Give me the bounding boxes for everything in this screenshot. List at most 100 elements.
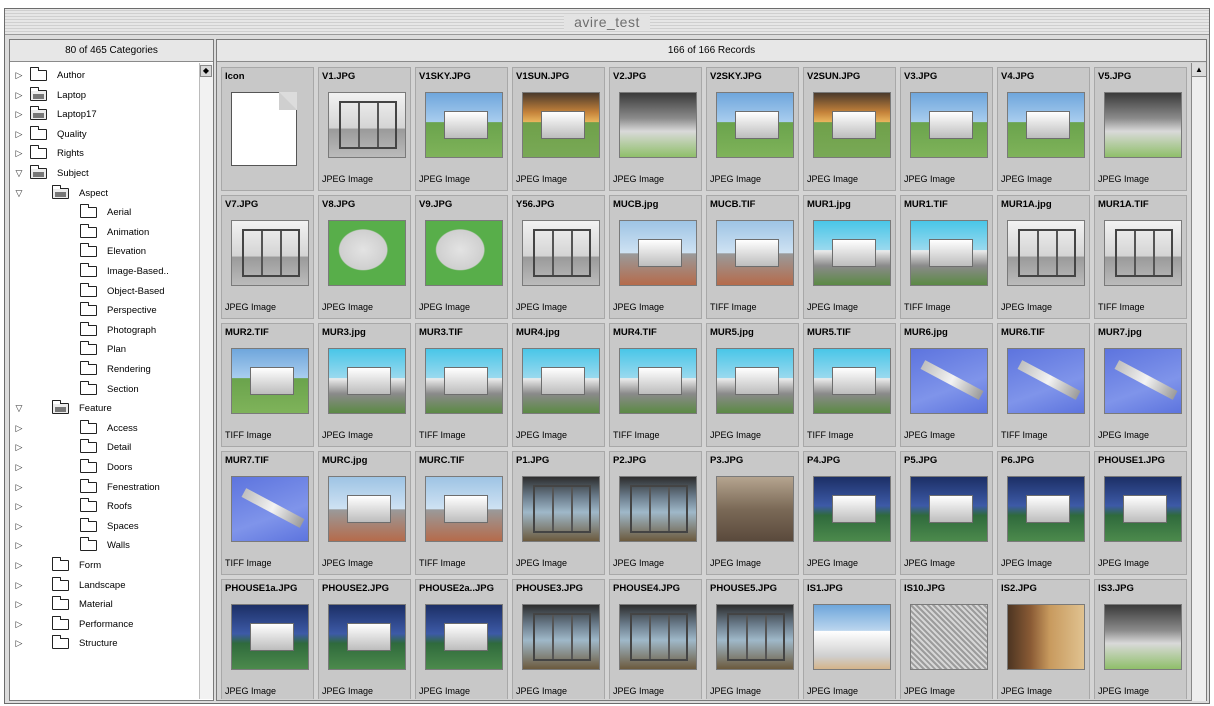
tree-item[interactable]: ▷ Access xyxy=(10,419,200,438)
triangle-down-icon[interactable]: ▽ xyxy=(13,399,25,418)
record-cell[interactable]: V1SKY.JPG JPEG Image xyxy=(415,67,508,191)
record-cell[interactable]: PHOUSE1a.JPG JPEG Image xyxy=(221,579,314,699)
record-cell[interactable]: MUR1.TIF TIFF Image xyxy=(900,195,993,319)
tree-item[interactable]: ▷ Fenestration xyxy=(10,478,200,497)
triangle-right-icon[interactable]: ▷ xyxy=(13,595,25,614)
record-cell[interactable]: P5.JPG JPEG Image xyxy=(900,451,993,575)
record-cell[interactable]: PHOUSE5.JPG JPEG Image xyxy=(706,579,799,699)
tree-item[interactable]: ▷ Landscape xyxy=(10,576,200,595)
tree-item[interactable]: ▽ Feature xyxy=(10,399,200,418)
record-cell[interactable]: MUR5.TIF TIFF Image xyxy=(803,323,896,447)
tree-item[interactable]: Elevation xyxy=(10,242,200,261)
tree-item[interactable]: ▷ Laptop xyxy=(10,86,200,105)
tree-item[interactable]: ▷ Material xyxy=(10,595,200,614)
record-cell[interactable]: MUR4.jpg JPEG Image xyxy=(512,323,605,447)
tree-item[interactable]: ▷ Walls xyxy=(10,536,200,555)
record-cell[interactable]: MUR3.jpg JPEG Image xyxy=(318,323,411,447)
record-cell[interactable]: V2.JPG JPEG Image xyxy=(609,67,702,191)
record-cell[interactable]: MUCB.TIF TIFF Image xyxy=(706,195,799,319)
triangle-right-icon[interactable]: ▷ xyxy=(13,125,25,144)
tree-item[interactable]: ▷ Detail xyxy=(10,438,200,457)
tree-item[interactable]: Perspective xyxy=(10,301,200,320)
triangle-right-icon[interactable]: ▷ xyxy=(13,497,25,516)
record-cell[interactable]: P1.JPG JPEG Image xyxy=(512,451,605,575)
triangle-right-icon[interactable]: ▷ xyxy=(13,634,25,653)
record-cell[interactable]: V7.JPG JPEG Image xyxy=(221,195,314,319)
tree-item[interactable]: Section xyxy=(10,380,200,399)
tree-item[interactable]: Animation xyxy=(10,223,200,242)
triangle-right-icon[interactable]: ▷ xyxy=(13,517,25,536)
triangle-right-icon[interactable]: ▷ xyxy=(13,144,25,163)
triangle-right-icon[interactable]: ▷ xyxy=(13,438,25,457)
tree-item[interactable]: ▷ Roofs xyxy=(10,497,200,516)
triangle-right-icon[interactable]: ▷ xyxy=(13,66,25,85)
record-cell[interactable]: PHOUSE3.JPG JPEG Image xyxy=(512,579,605,699)
tree-item[interactable]: ▷ Rights xyxy=(10,144,200,163)
triangle-right-icon[interactable]: ▷ xyxy=(13,576,25,595)
tree-item[interactable]: Image-Based.. xyxy=(10,262,200,281)
tree-item[interactable]: ▷ Structure xyxy=(10,634,200,653)
triangle-right-icon[interactable]: ▷ xyxy=(13,458,25,477)
record-cell[interactable]: V5.JPG JPEG Image xyxy=(1094,67,1187,191)
record-cell[interactable]: IS10.JPG JPEG Image xyxy=(900,579,993,699)
record-cell[interactable]: MUR7.TIF TIFF Image xyxy=(221,451,314,575)
record-cell[interactable]: PHOUSE2.JPG JPEG Image xyxy=(318,579,411,699)
triangle-right-icon[interactable]: ▷ xyxy=(13,105,25,124)
scroll-up-arrow-icon[interactable]: ▲ xyxy=(1192,63,1206,77)
record-cell[interactable]: MUR6.jpg JPEG Image xyxy=(900,323,993,447)
record-cell[interactable]: IS1.JPG JPEG Image xyxy=(803,579,896,699)
record-cell[interactable]: P4.JPG JPEG Image xyxy=(803,451,896,575)
record-cell[interactable]: P3.JPG JPEG Image xyxy=(706,451,799,575)
record-cell[interactable]: MUR4.TIF TIFF Image xyxy=(609,323,702,447)
record-cell[interactable]: IS2.JPG JPEG Image xyxy=(997,579,1090,699)
triangle-right-icon[interactable]: ▷ xyxy=(13,419,25,438)
record-cell[interactable]: Y56.JPG JPEG Image xyxy=(512,195,605,319)
record-cell[interactable]: MUR2.TIF TIFF Image xyxy=(221,323,314,447)
triangle-down-icon[interactable]: ▽ xyxy=(13,164,25,183)
record-cell[interactable]: IS3.JPG JPEG Image xyxy=(1094,579,1187,699)
record-cell[interactable]: MUR1A.TIF TIFF Image xyxy=(1094,195,1187,319)
record-cell[interactable]: MUR1A.jpg JPEG Image xyxy=(997,195,1090,319)
tree-item[interactable]: ▽ Subject xyxy=(10,164,200,183)
triangle-right-icon[interactable]: ▷ xyxy=(13,86,25,105)
triangle-right-icon[interactable]: ▷ xyxy=(13,478,25,497)
title-bar[interactable]: avire_test xyxy=(5,9,1209,35)
tree-item[interactable]: ▷ Form xyxy=(10,556,200,575)
record-cell[interactable]: MUR3.TIF TIFF Image xyxy=(415,323,508,447)
record-cell[interactable]: V8.JPG JPEG Image xyxy=(318,195,411,319)
tree-item[interactable]: ▷ Quality xyxy=(10,125,200,144)
record-cell[interactable]: P2.JPG JPEG Image xyxy=(609,451,702,575)
record-cell[interactable]: PHOUSE4.JPG JPEG Image xyxy=(609,579,702,699)
record-cell[interactable]: PHOUSE1.JPG JPEG Image xyxy=(1094,451,1187,575)
record-cell[interactable]: MURC.TIF TIFF Image xyxy=(415,451,508,575)
record-cell[interactable]: PHOUSE2a..JPG JPEG Image xyxy=(415,579,508,699)
record-cell[interactable]: V9.JPG JPEG Image xyxy=(415,195,508,319)
record-cell[interactable]: V4.JPG JPEG Image xyxy=(997,67,1090,191)
category-scrollbar[interactable]: ◆ xyxy=(199,63,213,699)
record-cell[interactable]: MUR5.jpg JPEG Image xyxy=(706,323,799,447)
tree-item[interactable]: Plan xyxy=(10,340,200,359)
record-cell[interactable]: MURC.jpg JPEG Image xyxy=(318,451,411,575)
triangle-right-icon[interactable]: ▷ xyxy=(13,536,25,555)
record-cell[interactable]: P6.JPG JPEG Image xyxy=(997,451,1090,575)
record-cell[interactable]: Icon xyxy=(221,67,314,191)
record-cell[interactable]: MUR7.jpg JPEG Image xyxy=(1094,323,1187,447)
tree-scroll-button[interactable]: ◆ xyxy=(200,65,212,77)
tree-item[interactable]: ▷ Author xyxy=(10,66,200,85)
record-cell[interactable]: MUR6.TIF TIFF Image xyxy=(997,323,1090,447)
record-cell[interactable]: MUR1.jpg JPEG Image xyxy=(803,195,896,319)
triangle-right-icon[interactable]: ▷ xyxy=(13,556,25,575)
record-cell[interactable]: V3.JPG JPEG Image xyxy=(900,67,993,191)
tree-item[interactable]: Rendering xyxy=(10,360,200,379)
record-cell[interactable]: V2SUN.JPG JPEG Image xyxy=(803,67,896,191)
record-cell[interactable]: V1SUN.JPG JPEG Image xyxy=(512,67,605,191)
tree-item[interactable]: ▷ Laptop17 xyxy=(10,105,200,124)
tree-item[interactable]: Photograph xyxy=(10,321,200,340)
tree-item[interactable]: ▽ Aspect xyxy=(10,184,200,203)
triangle-down-icon[interactable]: ▽ xyxy=(13,184,25,203)
records-scrollbar[interactable]: ▲ xyxy=(1191,63,1206,701)
tree-item[interactable]: Object-Based xyxy=(10,282,200,301)
record-cell[interactable]: V2SKY.JPG JPEG Image xyxy=(706,67,799,191)
tree-item[interactable]: ▷ Spaces xyxy=(10,517,200,536)
record-cell[interactable]: V1.JPG JPEG Image xyxy=(318,67,411,191)
